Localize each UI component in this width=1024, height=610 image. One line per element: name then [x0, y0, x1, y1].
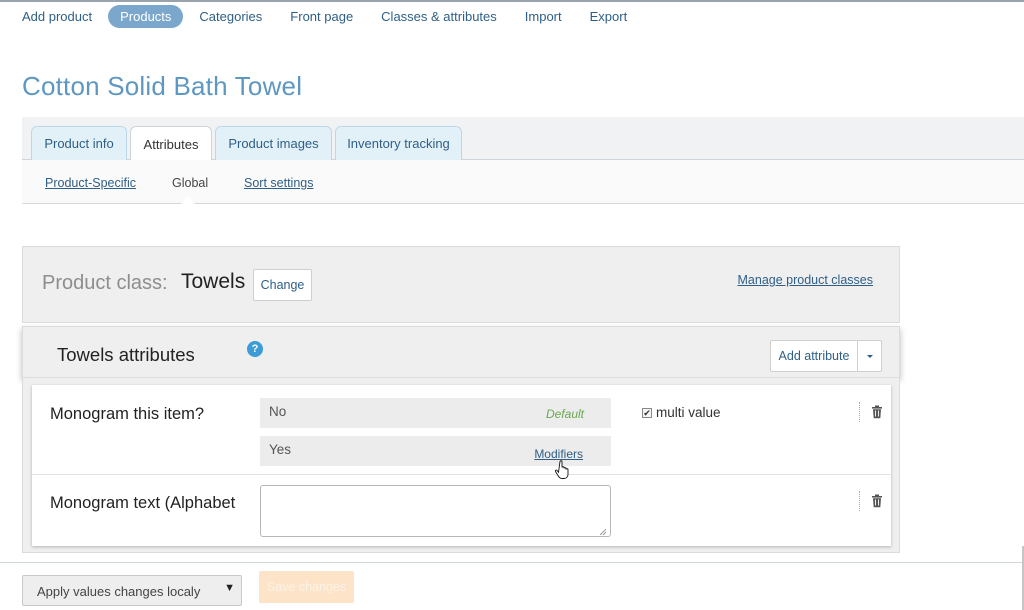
subtab-sort-settings[interactable]: Sort settings [244, 176, 313, 190]
trash-icon[interactable] [870, 494, 884, 508]
attribute-subtabs: Product-Specific Global Sort settings [22, 160, 1024, 204]
nav-categories[interactable]: Categories [187, 5, 274, 28]
resize-grip-icon[interactable] [600, 529, 606, 535]
tab-inventory-tracking[interactable]: Inventory tracking [335, 126, 462, 160]
add-attribute-dropdown-toggle[interactable] [857, 340, 882, 372]
save-changes-button[interactable]: Save changes [259, 571, 354, 603]
tab-product-images[interactable]: Product images [215, 126, 332, 160]
product-class-panel: Product class: Towels Change Manage prod… [22, 246, 900, 323]
product-class-value: Towels [181, 270, 246, 293]
value-label: Yes [269, 442, 292, 457]
apply-changes-select[interactable]: Apply values changes localy ▼ [22, 575, 242, 606]
top-navigation: Add product Products Categories Front pa… [10, 3, 643, 29]
window-top-border [0, 0, 1024, 2]
attribute-value-no[interactable]: No Default [260, 398, 611, 428]
row-divider [32, 474, 891, 475]
active-subtab-pointer [181, 196, 195, 204]
nav-import[interactable]: Import [513, 5, 574, 28]
change-class-button[interactable]: Change [253, 269, 312, 301]
multi-value-label: multi value [656, 405, 721, 420]
nav-products[interactable]: Products [108, 4, 184, 28]
nav-add-product[interactable]: Add product [10, 5, 104, 28]
nav-classes-attributes[interactable]: Classes & attributes [369, 5, 509, 28]
attribute-name: Monogram this item? [50, 405, 205, 423]
add-attribute-button[interactable]: Add attribute [770, 340, 858, 372]
tab-product-info[interactable]: Product info [31, 126, 127, 160]
attribute-name: Monogram text (Alphabet [50, 494, 236, 512]
attributes-list: Monogram this item? No Default Yes Modif… [32, 385, 891, 546]
subtab-global[interactable]: Global [172, 176, 208, 190]
monogram-text-input[interactable] [260, 485, 611, 537]
chevron-down-icon: ▼ [224, 582, 235, 594]
chevron-down-icon [866, 354, 873, 358]
nav-export[interactable]: Export [578, 5, 640, 28]
tab-attributes[interactable]: Attributes [130, 126, 212, 161]
page-title: Cotton Solid Bath Towel [22, 71, 303, 101]
attributes-header: Towels attributes ? Add attribute [22, 326, 900, 378]
apply-changes-value: Apply values changes localy [37, 584, 201, 599]
value-label: No [269, 404, 287, 419]
drag-handle-icon[interactable] [859, 491, 861, 511]
attribute-value-yes[interactable]: Yes Modifiers [260, 436, 611, 466]
product-tabs: Product info Attributes Product images I… [22, 117, 1024, 161]
drag-handle-icon[interactable] [859, 402, 861, 422]
nav-front-page[interactable]: Front page [278, 5, 365, 28]
trash-icon[interactable] [870, 405, 884, 419]
product-class-label: Product class: [42, 272, 168, 294]
default-tag: Default [545, 407, 584, 421]
modifiers-link[interactable]: Modifiers [534, 447, 583, 461]
question-icon[interactable]: ? [247, 341, 263, 357]
attributes-title: Towels attributes [57, 344, 195, 365]
subtab-product-specific[interactable]: Product-Specific [45, 176, 136, 190]
manage-product-classes-link[interactable]: Manage product classes [738, 273, 874, 287]
multi-value-checkbox[interactable]: ✔ [642, 408, 652, 418]
